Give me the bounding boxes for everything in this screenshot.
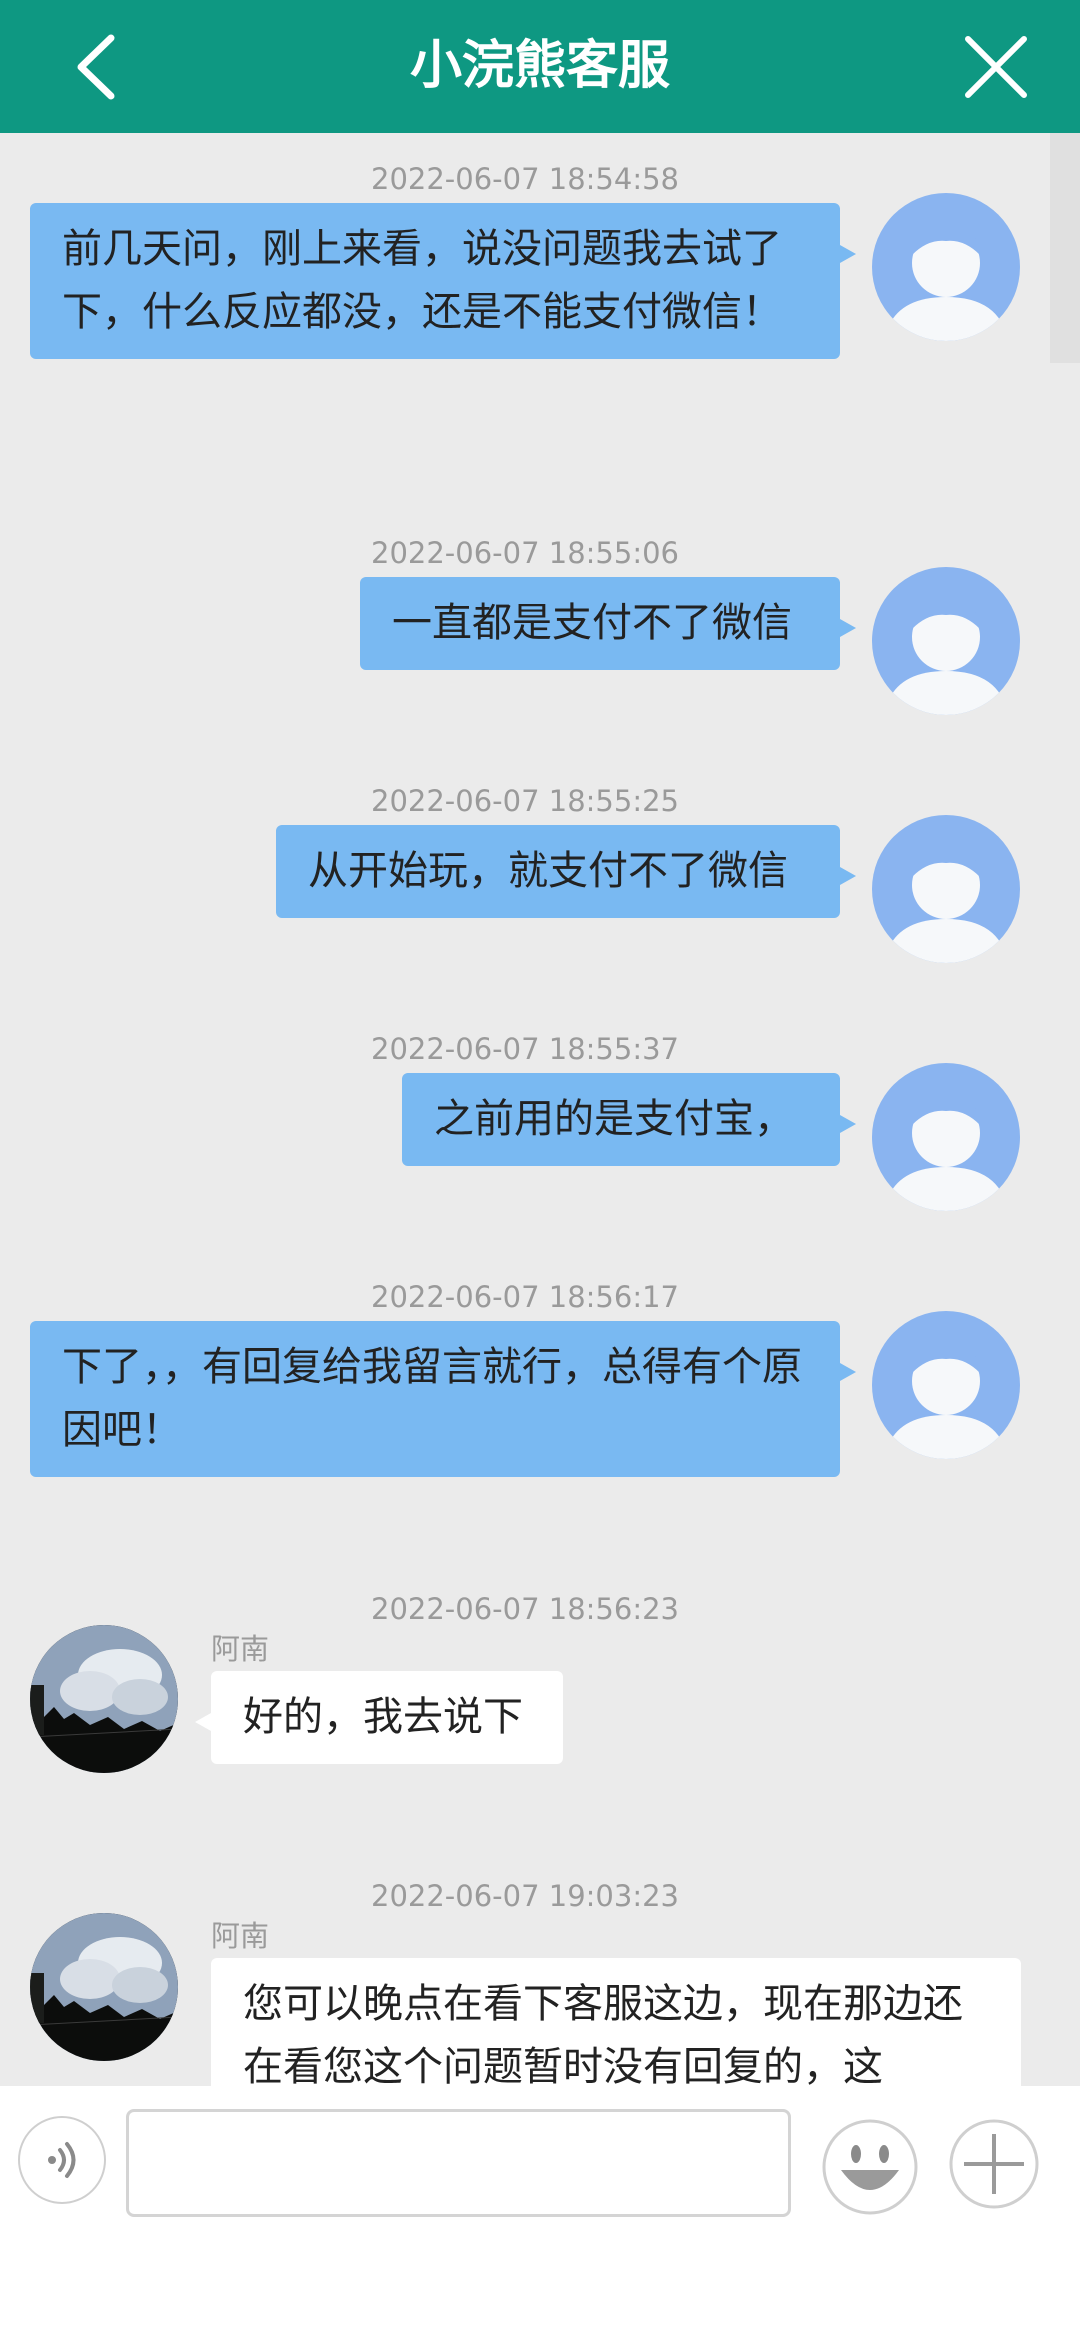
user-message-bubble[interactable]: 下了，，有回复给我留言就行，总得有个原因吧！ [30, 1321, 856, 1477]
voice-icon [48, 2142, 76, 2178]
sky-photo-icon [30, 1625, 178, 1773]
message-timestamp: 2022-06-07 18:55:06 [371, 536, 679, 570]
person-icon [884, 1091, 1008, 1211]
message-timestamp: 2022-06-07 18:54:58 [371, 162, 679, 196]
user-message-bubble[interactable]: 之前用的是支付宝， [402, 1073, 856, 1166]
person-icon [884, 221, 1008, 341]
agent-name: 阿南 [211, 1919, 270, 1953]
user-avatar[interactable] [872, 1311, 1020, 1459]
message-timestamp: 2022-06-07 18:55:37 [371, 1032, 679, 1066]
scrollbar[interactable] [1050, 133, 1080, 363]
agent-message-bubble[interactable]: 好的，我去说下 [195, 1671, 563, 1764]
user-avatar[interactable] [872, 1063, 1020, 1211]
message-timestamp: 2022-06-07 18:56:23 [371, 1592, 679, 1626]
user-message-bubble[interactable]: 从开始玩，就支付不了微信 [276, 825, 856, 918]
voice-button[interactable] [18, 2116, 106, 2204]
message-input[interactable] [126, 2109, 791, 2217]
close-button[interactable] [946, 20, 1046, 113]
user-avatar[interactable] [872, 567, 1020, 715]
emoji-button[interactable] [821, 2118, 919, 2216]
message-timestamp: 2022-06-07 18:56:17 [371, 1280, 679, 1314]
user-avatar[interactable] [872, 193, 1020, 341]
page-title: 小浣熊客服 [409, 36, 670, 96]
person-icon [884, 843, 1008, 963]
chat-area[interactable]: 2022-06-07 18:54:58 前几天问，刚上来看，说没问题我去试了下，… [0, 133, 1080, 2086]
sky-photo-icon [30, 1913, 178, 2061]
agent-avatar[interactable] [30, 1913, 178, 2061]
emoji-icon [822, 2119, 918, 2215]
agent-message-bubble[interactable]: 您可以晚点在看下客服这边，现在那边还在看您这个问题暂时没有回复的，这 [211, 1958, 1021, 2086]
agent-name: 阿南 [211, 1632, 270, 1666]
input-bar [0, 2086, 1080, 2340]
more-button[interactable] [948, 2118, 1040, 2210]
agent-avatar[interactable] [30, 1625, 178, 1773]
person-icon [884, 1339, 1008, 1459]
person-icon [884, 595, 1008, 715]
message-timestamp: 2022-06-07 19:03:23 [371, 1879, 679, 1913]
message-timestamp: 2022-06-07 18:55:25 [371, 784, 679, 818]
header-bar: 小浣熊客服 [0, 0, 1080, 133]
user-message-bubble[interactable]: 前几天问，刚上来看，说没问题我去试了下，什么反应都没，还是不能支付微信！ [30, 203, 856, 359]
plus-icon [949, 2119, 1039, 2209]
user-message-bubble[interactable]: 一直都是支付不了微信 [360, 577, 856, 670]
close-icon [965, 35, 1027, 98]
user-avatar[interactable] [872, 815, 1020, 963]
